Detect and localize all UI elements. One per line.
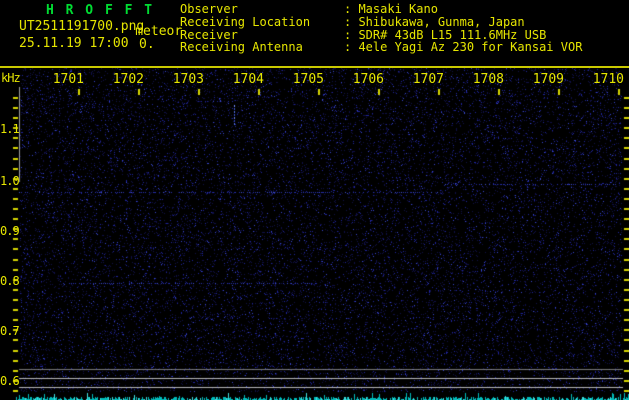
time-tick-label: 1703: [172, 72, 204, 87]
info-label: Receiving Location: [180, 14, 311, 29]
time-tick-label: 1710: [592, 72, 624, 87]
freq-tick-label: 1.1: [0, 122, 20, 136]
freq-tick-label: 0.8: [0, 274, 20, 288]
khz-axis-label: kHz: [1, 71, 21, 85]
filename-label: UT2511191700.png: [19, 19, 145, 34]
freq-tick-label: 1.0: [0, 174, 20, 188]
time-tick-label: 1709: [532, 72, 564, 87]
time-tick-label: 1707: [412, 72, 444, 87]
spectrogram-canvas: [0, 0, 629, 400]
freq-tick-label: 0.6: [0, 374, 20, 388]
hrofft-screen: H R O F F T UT2511191700.pngmeteor 25.11…: [0, 0, 629, 400]
freq-tick-label: 0.7: [0, 324, 20, 338]
info-label: Receiving Antenna: [180, 40, 303, 55]
time-tick-label: 1708: [472, 72, 504, 87]
filename-row: UT2511191700.pngmeteor: [19, 19, 182, 39]
info-value: : 4ele Yagi Az 230 for Kansai VOR: [344, 40, 583, 55]
app-title: H R O F F T: [46, 3, 155, 18]
time-tick-label: 1704: [232, 72, 264, 87]
time-tick-label: 1701: [52, 72, 84, 87]
time-tick-label: 1705: [292, 72, 324, 87]
header-separator: [0, 66, 629, 68]
info-label: Observer: [180, 2, 238, 16]
counter-label: 0.: [139, 37, 155, 52]
time-tick-label: 1706: [352, 72, 384, 87]
freq-tick-label: 0.9: [0, 224, 20, 238]
datetime-label: 25.11.19 17:00: [19, 36, 129, 51]
time-tick-label: 1702: [112, 72, 144, 87]
header-info: Observer: Masaki Kano Receiving Location…: [180, 3, 582, 54]
info-row-antenna: Receiving Antenna : 4ele Yagi Az 230 for …: [180, 41, 582, 54]
